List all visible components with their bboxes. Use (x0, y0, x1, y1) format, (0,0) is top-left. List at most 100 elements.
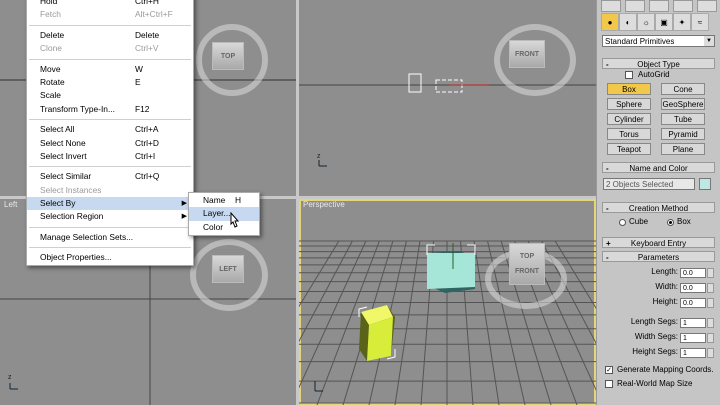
menu-item-select-invert[interactable]: Select Invert Ctrl+I (27, 150, 193, 163)
menu-item-label: Manage Selection Sets... (40, 231, 134, 242)
svg-text:z: z (317, 153, 321, 160)
menu-item-clone[interactable]: Clone Ctrl+V (27, 42, 193, 55)
param-label: Height Segs: (632, 347, 678, 356)
menu-item-fetch[interactable]: Fetch Alt+Ctrl+F (27, 8, 193, 21)
real-world-checkbox[interactable] (605, 380, 613, 388)
param-spinner-field[interactable]: 0.0 (680, 298, 706, 308)
rollout-creation-method[interactable]: - Creation Method (602, 202, 715, 213)
generate-mapping-label: Generate Mapping Coords. (617, 365, 714, 374)
menu-separator (29, 247, 191, 249)
cube-radio[interactable] (619, 219, 626, 226)
cone-button[interactable]: Cone (661, 83, 705, 95)
box-button[interactable]: Box (607, 83, 651, 95)
teapot-button[interactable]: Teapot (607, 143, 651, 155)
sphere-button[interactable]: Sphere (607, 98, 651, 110)
menu-item-selection-region[interactable]: Selection Region ▶ (27, 210, 193, 223)
toolbar-button[interactable] (649, 0, 669, 12)
menu-item-select-instances[interactable]: Select Instances (27, 184, 193, 197)
menu-item-label: Object Properties... (40, 252, 112, 263)
param-spinner-field[interactable]: 0.0 (680, 268, 706, 278)
viewcube-face-top[interactable]: TOP (520, 253, 534, 260)
shapes-tab-icon[interactable]: ◐ (619, 13, 637, 31)
toolbar-button[interactable] (601, 0, 621, 12)
menu-item-move[interactable]: Move W (27, 63, 193, 76)
submenu-item-name[interactable]: Name H (189, 194, 259, 207)
menu-item-delete[interactable]: Delete Delete (27, 29, 193, 42)
menu-item-shortcut: Ctrl+H (135, 0, 159, 6)
spacewarps-tab-icon[interactable]: ≈ (691, 13, 709, 31)
box-radio[interactable] (667, 219, 674, 226)
viewcube-face-front[interactable]: FRONT (515, 268, 539, 275)
rollout-parameters[interactable]: - Parameters (602, 251, 715, 262)
cameras-tab-icon[interactable]: ▣ (655, 13, 673, 31)
menu-item-object-properties[interactable]: Object Properties... (27, 251, 193, 264)
helpers-tab-icon[interactable]: ✦ (673, 13, 691, 31)
viewcube-left[interactable]: LEFT (212, 255, 244, 283)
menu-item-select-none[interactable]: Select None Ctrl+D (27, 137, 193, 150)
spinner-arrows-icon[interactable] (707, 268, 714, 278)
viewport-perspective[interactable]: Perspective TOP FRONT (299, 199, 596, 405)
menu-item-select-by[interactable]: Select By ▶ (27, 197, 193, 211)
menu-item-manage-selection-sets[interactable]: Manage Selection Sets... (27, 231, 193, 244)
spinner-arrows-icon[interactable] (707, 318, 714, 328)
name-field[interactable]: 2 Objects Selected (603, 178, 695, 190)
menu-item-hold[interactable]: Hold Ctrl+H (27, 0, 193, 8)
spinner-arrows-icon[interactable] (707, 283, 714, 293)
viewcube-top[interactable]: TOP (212, 42, 244, 70)
menu-item-shortcut: Ctrl+V (135, 43, 159, 54)
rollout-object-type[interactable]: - Object Type (602, 58, 715, 69)
cube-label: Cube (629, 217, 649, 226)
cyan-box[interactable] (426, 243, 476, 293)
menu-item-scale[interactable]: Scale (27, 89, 193, 102)
menu-separator (29, 166, 191, 168)
rollout-keyboard-entry[interactable]: + Keyboard Entry (602, 237, 715, 248)
tube-button[interactable]: Tube (661, 113, 705, 125)
geometry-tab-icon[interactable]: ● (601, 13, 619, 31)
param-spinner-field[interactable]: 1 (680, 318, 706, 328)
yellow-box[interactable] (358, 305, 396, 361)
command-panel: ● ◐ ☼ ▣ ✦ ≈ Standard Primitives ▼ - Obje… (596, 0, 720, 405)
param-spinner-field[interactable]: 1 (680, 348, 706, 358)
lights-tab-icon[interactable]: ☼ (637, 13, 655, 31)
pyramid-button[interactable]: Pyramid (661, 128, 705, 140)
toolbar-button[interactable] (625, 0, 645, 12)
submenu-item-color[interactable]: Color (189, 221, 259, 234)
menu-item-label: Select Similar (40, 171, 92, 182)
autogrid-checkbox[interactable] (625, 71, 633, 79)
viewcube-perspective[interactable]: TOP FRONT (509, 243, 545, 285)
spinner-arrows-icon[interactable] (707, 348, 714, 358)
menu-item-label: Selection Region (40, 211, 104, 222)
spinner-arrows-icon[interactable] (707, 333, 714, 343)
param-spinner-field[interactable]: 1 (680, 333, 706, 343)
svg-text:z: z (8, 374, 12, 381)
generate-mapping-checkbox[interactable]: ✓ (605, 366, 613, 374)
menu-item-shortcut: Ctrl+D (135, 137, 159, 148)
toolbar-button[interactable] (697, 0, 717, 12)
rollout-name-color[interactable]: - Name and Color (602, 162, 715, 173)
color-swatch[interactable] (699, 178, 711, 190)
param-label: Width Segs: (634, 332, 678, 341)
submenu-item-shortcut: H (235, 195, 242, 205)
param-spinner-field[interactable]: 0.0 (680, 283, 706, 293)
category-dropdown[interactable]: Standard Primitives ▼ (602, 35, 715, 47)
menu-separator (29, 58, 191, 60)
menu-item-shortcut: F12 (135, 103, 150, 114)
menu-item-select-similar[interactable]: Select Similar Ctrl+Q (27, 170, 193, 183)
menu-item-label: Select Invert (40, 150, 87, 161)
menu-item-select-all[interactable]: Select All Ctrl+A (27, 123, 193, 136)
cylinder-button[interactable]: Cylinder (607, 113, 651, 125)
menu-item-shortcut: Ctrl+A (135, 124, 159, 135)
submenu-item-layer[interactable]: Layer... (189, 207, 259, 221)
spinner-arrows-icon[interactable] (707, 298, 714, 308)
menu-item-label: Select None (40, 137, 86, 148)
box-label: Box (677, 217, 691, 226)
menu-item-rotate[interactable]: Rotate E (27, 76, 193, 89)
viewcube-front[interactable]: FRONT (509, 40, 545, 68)
torus-button[interactable]: Torus (607, 128, 651, 140)
viewport-front[interactable]: z FRONT (299, 0, 596, 196)
toolbar-button[interactable] (673, 0, 693, 12)
collapse-icon: - (606, 60, 609, 69)
plane-button[interactable]: Plane (661, 143, 705, 155)
geosphere-button[interactable]: GeoSphere (661, 98, 705, 110)
menu-item-transform-type-in[interactable]: Transform Type-In... F12 (27, 103, 193, 116)
